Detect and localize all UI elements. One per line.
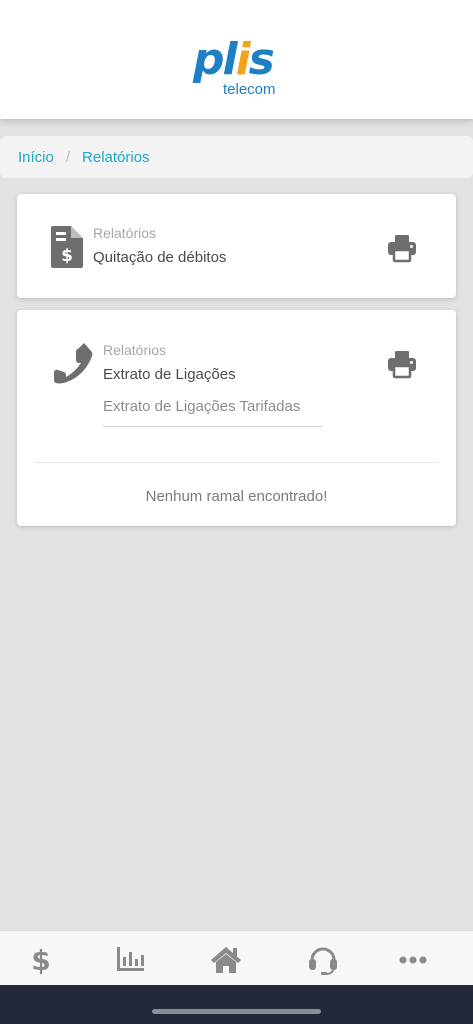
nav-bar-chart-icon[interactable] bbox=[114, 943, 146, 975]
report-type-select[interactable]: Extrato de Ligações Tarifadas bbox=[103, 396, 322, 427]
logo-part-s: s bbox=[248, 34, 275, 85]
svg-text:$: $ bbox=[61, 246, 73, 266]
breadcrumb-separator: / bbox=[65, 148, 71, 166]
print-icon[interactable] bbox=[387, 349, 417, 379]
report-card-debt-clearance[interactable]: $ Relatórios Quitação de débitos bbox=[17, 194, 456, 298]
report-type-selected-value: Extrato de Ligações Tarifadas bbox=[103, 398, 301, 415]
card-title: Extrato de Ligações bbox=[103, 366, 236, 383]
home-indicator[interactable] bbox=[152, 1009, 321, 1014]
breadcrumb: Início / Relatórios bbox=[0, 136, 473, 178]
system-home-bar bbox=[0, 985, 473, 1024]
breadcrumb-home-link[interactable]: Início bbox=[18, 149, 54, 166]
empty-extension-message: Nenhum ramal encontrado! bbox=[145, 488, 328, 505]
logo-subtitle: telecom bbox=[223, 81, 276, 98]
nav-home-icon[interactable] bbox=[210, 943, 242, 975]
invoice-dollar-icon: $ bbox=[51, 226, 83, 268]
card-title: Quitação de débitos bbox=[93, 249, 227, 266]
bottom-navigation: $ bbox=[0, 930, 473, 986]
card-category-label: Relatórios bbox=[103, 342, 167, 358]
report-card-call-statement[interactable]: Relatórios Extrato de Ligações Extrato d… bbox=[17, 310, 456, 526]
app-header: plis telecom bbox=[0, 0, 473, 119]
phone-icon bbox=[51, 342, 93, 384]
breadcrumb-current-link[interactable]: Relatórios bbox=[82, 149, 150, 166]
svg-text:$: $ bbox=[31, 944, 50, 975]
logo-part-pl: pl bbox=[193, 34, 238, 85]
logo-wordmark: plis bbox=[193, 38, 275, 82]
logo-part-i: i bbox=[235, 34, 251, 85]
print-icon[interactable] bbox=[387, 233, 417, 263]
nav-more-icon[interactable] bbox=[397, 943, 429, 975]
card-divider bbox=[34, 462, 439, 463]
nav-dollar-icon[interactable]: $ bbox=[25, 943, 57, 977]
card-category-label: Relatórios bbox=[93, 225, 157, 241]
nav-headset-icon[interactable] bbox=[307, 943, 339, 975]
plis-telecom-logo[interactable]: plis telecom bbox=[193, 38, 285, 102]
